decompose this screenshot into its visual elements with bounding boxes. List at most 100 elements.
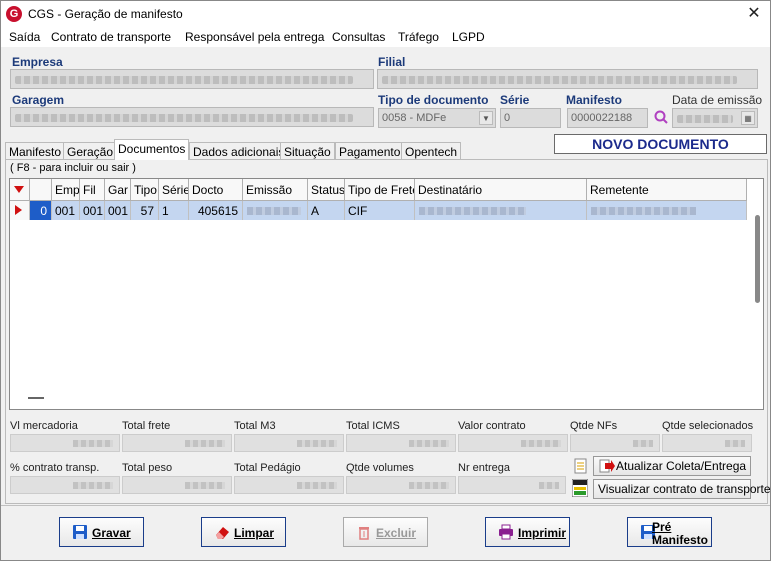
tab-manifesto[interactable]: Manifesto (5, 142, 66, 160)
gravar-button[interactable]: Gravar (59, 517, 144, 547)
table-cell-tipo[interactable]: 57 (131, 201, 159, 220)
current-row-arrow-icon (15, 205, 22, 215)
menu-consultas[interactable]: Consultas (332, 30, 385, 44)
grid-header-status[interactable]: Status (308, 179, 345, 201)
app-logo-icon: G (6, 6, 22, 22)
chevron-down-icon[interactable]: ▼ (479, 111, 493, 125)
vl-mercadoria-field (10, 434, 120, 452)
grid-sort-header[interactable] (10, 179, 30, 201)
vertical-scrollbar[interactable] (755, 215, 760, 303)
filial-field[interactable] (377, 69, 758, 89)
menu-bar: Saída Contrato de transporte Responsável… (1, 27, 770, 47)
menu-trafego[interactable]: Tráfego (398, 30, 439, 44)
serie-field[interactable]: 0 (500, 108, 561, 128)
total-frete-label: Total frete (122, 420, 171, 432)
grid-header-emissao[interactable]: Emissão (243, 179, 308, 201)
total-m3-label: Total M3 (234, 420, 276, 432)
serie-label: Série (500, 93, 530, 107)
valor-contrato-label: Valor contrato (458, 420, 526, 432)
vl-mercadoria-label: Vl mercadoria (10, 420, 78, 432)
manifesto-value: 0000022188 (571, 112, 633, 124)
tab-dados-adicionais[interactable]: Dados adicionais (189, 142, 289, 160)
valor-contrato-field (458, 434, 568, 452)
table-cell-status[interactable]: A (308, 201, 345, 220)
manifesto-field[interactable]: 0000022188 (567, 108, 648, 128)
main-window: G CGS - Geração de manifesto ✕ Saída Con… (0, 0, 771, 561)
grid-header-seq[interactable] (30, 179, 52, 201)
close-button[interactable]: ✕ (744, 4, 764, 24)
tab-opentech[interactable]: Opentech (401, 142, 462, 160)
limpar-button[interactable]: Limpar (201, 517, 286, 547)
calendar-icon[interactable]: ▦ (741, 111, 755, 125)
garagem-label: Garagem (12, 93, 65, 107)
menu-saida[interactable]: Saída (9, 30, 40, 44)
row-indicator[interactable] (10, 201, 30, 220)
tab-situacao[interactable]: Situação (280, 142, 335, 160)
table-cell-destinatario[interactable] (415, 201, 587, 220)
visualizar-contrato-button[interactable]: Visualizar contrato de transporte (593, 479, 771, 499)
tab-pagamento[interactable]: Pagamento (335, 142, 405, 160)
tipo-documento-label: Tipo de documento (378, 93, 489, 107)
document-icon (574, 458, 587, 474)
grid-header-destinatario[interactable]: Destinatário (415, 179, 587, 201)
qtde-nfs-label: Qtde NFs (570, 420, 618, 432)
table-cell-seq[interactable]: 0 (30, 201, 52, 220)
total-pedagio-field (234, 476, 344, 494)
table-cell-tipo-frete[interactable]: CIF (345, 201, 415, 220)
grid-header-docto[interactable]: Docto (189, 179, 243, 201)
eraser-icon (216, 527, 229, 539)
pre-manifesto-button[interactable]: Pré Manifesto (627, 517, 712, 547)
menu-responsavel-entrega[interactable]: Responsável pela entrega (185, 30, 324, 44)
grid-header-serie[interactable]: Série (159, 179, 189, 201)
empresa-field[interactable] (10, 69, 374, 89)
imprimir-label: Imprimir (518, 526, 567, 540)
table-cell-serie[interactable]: 1 (159, 201, 189, 220)
filial-label: Filial (378, 55, 406, 69)
save-icon (73, 525, 87, 539)
grid-header-fil[interactable]: Fil (80, 179, 105, 201)
qtde-volumes-label: Qtde volumes (346, 462, 414, 474)
grid-header-gar[interactable]: Gar (105, 179, 131, 201)
sort-down-icon (14, 186, 24, 193)
footer-divider (1, 505, 770, 506)
pct-contrato-field (10, 476, 120, 494)
table-cell-docto[interactable]: 405615 (189, 201, 243, 220)
search-icon[interactable] (654, 110, 668, 124)
trash-icon (359, 527, 369, 540)
total-icms-field (346, 434, 456, 452)
tab-geracao[interactable]: Geração (63, 142, 118, 160)
total-icms-label: Total ICMS (346, 420, 400, 432)
gravar-label: Gravar (92, 526, 131, 540)
table-cell-emp[interactable]: 001 (52, 201, 80, 220)
excluir-button[interactable]: Excluir (343, 517, 428, 547)
data-emissao-field[interactable]: ▦ (672, 108, 758, 128)
qtde-selecionados-field (662, 434, 752, 452)
menu-lgpd[interactable]: LGPD (452, 30, 485, 44)
serie-value: 0 (504, 112, 511, 124)
grid-header-tipo-frete[interactable]: Tipo de Frete (345, 179, 415, 201)
table-cell-emissao[interactable] (243, 201, 308, 220)
grid-hint: ( F8 - para incluir ou sair ) (10, 162, 136, 174)
documents-grid[interactable]: Emp Fil Gar Tipo Série Docto Emissão Sta… (9, 178, 764, 410)
atualizar-coleta-entrega-button[interactable]: Atualizar Coleta/Entrega (593, 456, 751, 476)
nr-entrega-label: Nr entrega (458, 462, 510, 474)
qtde-volumes-field (346, 476, 456, 494)
imprimir-button[interactable]: Imprimir (485, 517, 570, 547)
table-cell-gar[interactable]: 001 (105, 201, 131, 220)
qtde-nfs-field (570, 434, 660, 452)
qtde-selecionados-label: Qtde selecionados (662, 420, 754, 432)
grid-header-emp[interactable]: Emp (52, 179, 80, 201)
printer-icon (499, 524, 513, 540)
tipo-documento-value: 0058 - MDFe (382, 112, 447, 124)
table-cell-remetente[interactable] (587, 201, 747, 220)
grid-header-tipo[interactable]: Tipo (131, 179, 159, 201)
tab-documentos[interactable]: Documentos (114, 139, 190, 160)
tipo-documento-select[interactable]: 0058 - MDFe ▼ (378, 108, 496, 128)
horizontal-scrollbar[interactable] (28, 397, 44, 399)
nr-entrega-field (458, 476, 566, 494)
garagem-field[interactable] (10, 107, 374, 127)
grid-header-remetente[interactable]: Remetente (587, 179, 747, 201)
menu-contrato-transporte[interactable]: Contrato de transporte (51, 30, 171, 44)
total-pedagio-label: Total Pedágio (234, 462, 301, 474)
table-cell-fil[interactable]: 001 (80, 201, 105, 220)
